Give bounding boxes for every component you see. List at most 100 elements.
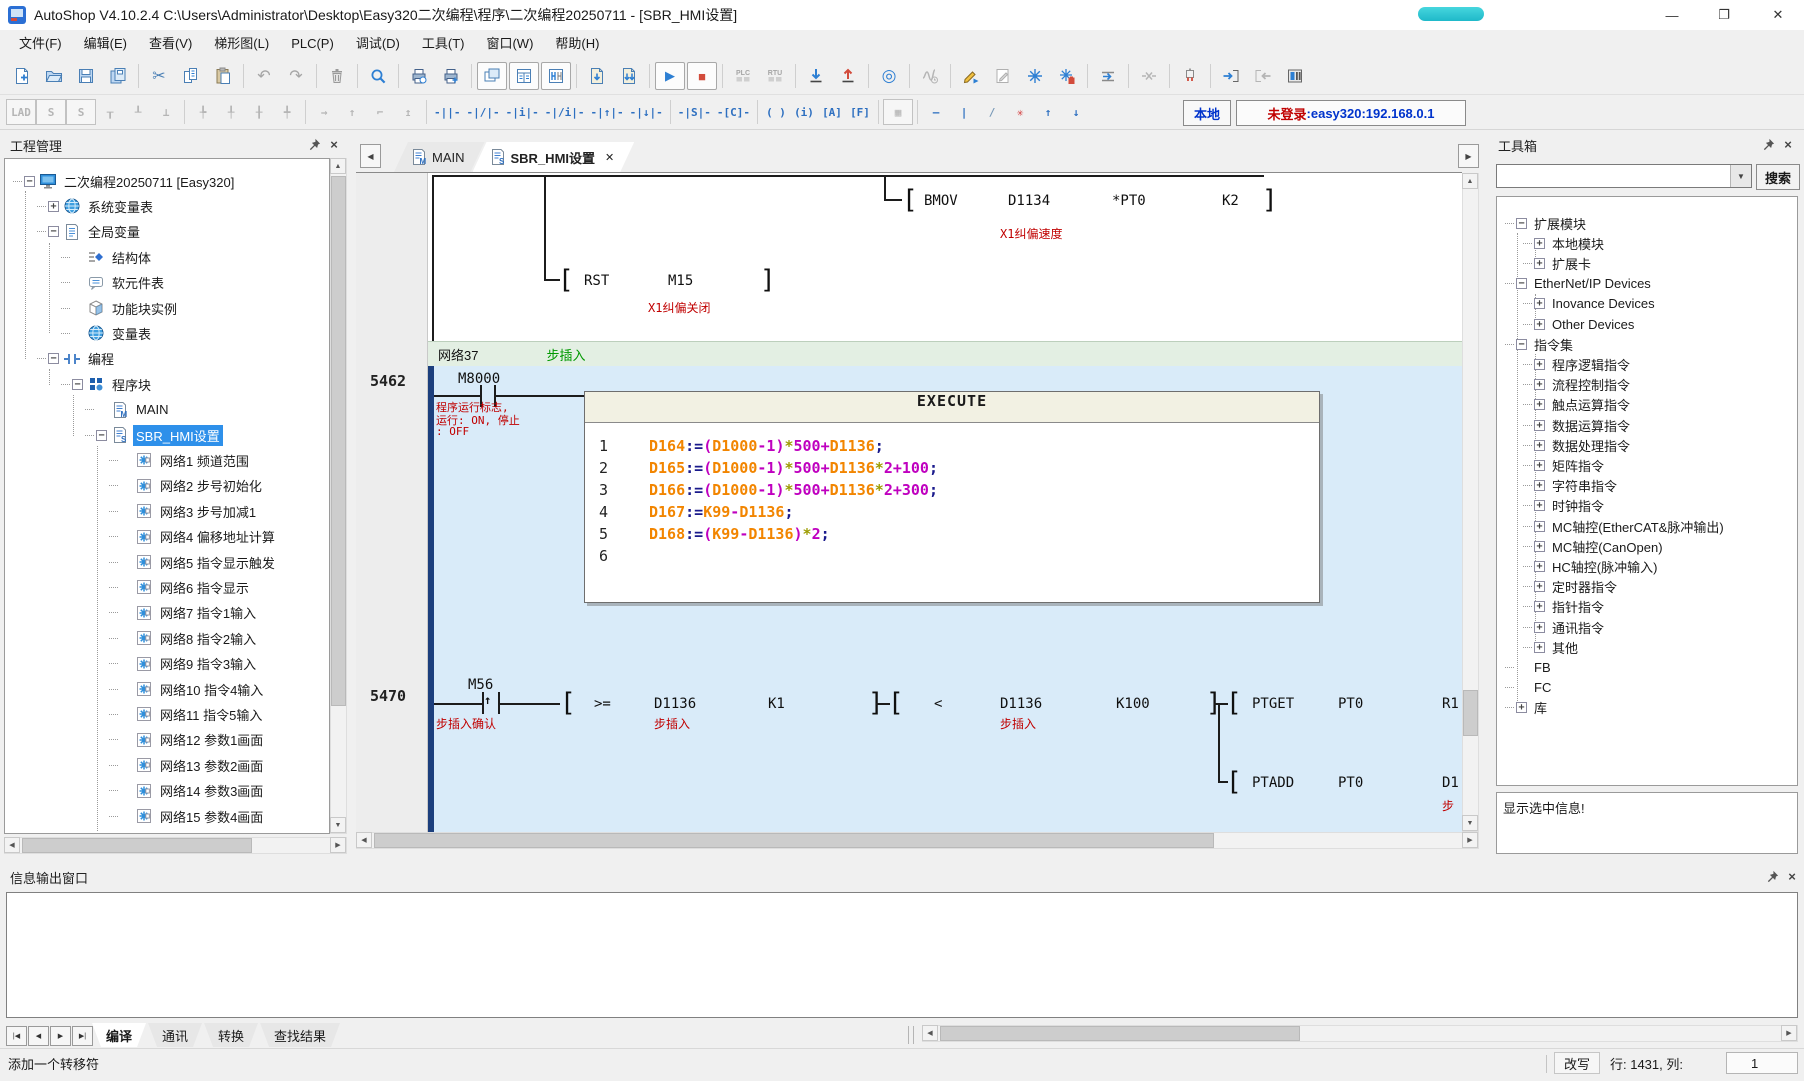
expand-icon[interactable]: +: [1534, 258, 1545, 269]
project-tree-item-15[interactable]: 网络5 指令显示触发: [109, 552, 278, 572]
contact-label[interactable]: M56: [468, 677, 493, 693]
script-line-5[interactable]: 5D168:=(K99-D1136)*2;: [585, 525, 1319, 547]
run-button[interactable]: ▶: [655, 62, 685, 90]
toolbox-tree-item-11[interactable]: +数据处理指令: [1523, 435, 1633, 455]
scroll-thumb[interactable]: [22, 838, 252, 853]
collapse-icon[interactable]: −: [1516, 278, 1527, 289]
output-tab-转换[interactable]: 转换: [204, 1023, 258, 1047]
output-tab-编译[interactable]: 编译: [92, 1023, 146, 1047]
line-right-button[interactable]: →: [310, 100, 338, 124]
project-tree-item-24[interactable]: 网络14 参数3画面: [109, 781, 266, 801]
toolbox-search-input[interactable]: [1499, 167, 1731, 187]
ptget-operand-1[interactable]: PT0: [1338, 696, 1363, 712]
bmov-instruction[interactable]: BMOV: [924, 193, 958, 209]
app-instruction-button[interactable]: [A]: [818, 100, 846, 124]
menu-item-d[interactable]: 调试(D): [345, 30, 411, 58]
write-monitor-button[interactable]: [956, 62, 986, 90]
menu-item-l[interactable]: 梯形图(L): [203, 30, 280, 58]
menu-item-f[interactable]: 文件(F): [8, 30, 73, 58]
menu-item-t[interactable]: 工具(T): [411, 30, 476, 58]
local-mode-button[interactable]: 本地: [1183, 100, 1231, 126]
project-tree-item-17[interactable]: 网络7 指令1输入: [109, 603, 259, 623]
script-line-4[interactable]: 4D167:=K99-D1136;: [585, 503, 1319, 525]
pin-icon[interactable]: [306, 136, 322, 152]
expand-icon[interactable]: +: [1534, 319, 1545, 330]
toolbox-tree-item-14[interactable]: +时钟指令: [1523, 496, 1607, 516]
toolbox-tree-item-15[interactable]: +MC轴控(EtherCAT&脉冲输出): [1523, 516, 1727, 536]
jump-out-button[interactable]: [1248, 62, 1278, 90]
window-ladder-button[interactable]: [541, 62, 571, 90]
project-tree-item-8[interactable]: −程序块: [61, 374, 154, 394]
bmov-operand-2[interactable]: *PT0: [1112, 193, 1146, 209]
expand-icon[interactable]: +: [1534, 420, 1545, 431]
edit-readonly-button[interactable]: [988, 62, 1018, 90]
compare-operator[interactable]: >=: [594, 696, 611, 712]
project-tree-item-2[interactable]: −全局变量: [37, 222, 143, 242]
contact-open-imm-button[interactable]: -|i|-: [503, 100, 542, 124]
online-edit-button[interactable]: [1093, 62, 1123, 90]
splitter-handle[interactable]: [908, 1026, 914, 1044]
coil-out-button[interactable]: ( ): [762, 100, 790, 124]
jump-in-button[interactable]: [1216, 62, 1246, 90]
line-corner-button[interactable]: ⌐: [366, 100, 394, 124]
scroll-right-arrow[interactable]: ▶: [330, 837, 346, 853]
expand-icon[interactable]: +: [1534, 379, 1545, 390]
maximize-button[interactable]: ❐: [1700, 0, 1748, 30]
network-header[interactable]: 网络37 步插入: [428, 341, 1462, 366]
expand-icon[interactable]: +: [1534, 622, 1545, 633]
print-button[interactable]: [436, 62, 466, 90]
download-button[interactable]: [801, 62, 831, 90]
toolbox-tree-item-4[interactable]: +Inovance Devices: [1523, 294, 1658, 314]
output-tab-查找结果[interactable]: 查找结果: [260, 1023, 340, 1047]
new-file-button[interactable]: [7, 62, 37, 90]
scroll-thumb[interactable]: [1463, 690, 1478, 736]
toolbox-tree-item-6[interactable]: −指令集: [1505, 334, 1576, 354]
project-tree-item-20[interactable]: 网络10 指令4输入: [109, 679, 266, 699]
expand-icon[interactable]: +: [1534, 460, 1545, 471]
usb-connect-button[interactable]: [1175, 62, 1205, 90]
rst-operand[interactable]: M15: [668, 273, 693, 289]
script-line-6[interactable]: 6: [585, 547, 1319, 569]
lad-mode-button[interactable]: LAD: [6, 99, 36, 125]
compare-operand-2[interactable]: K1: [768, 696, 785, 712]
offline-edit-button[interactable]: [1134, 62, 1164, 90]
toolbox-tree-item-16[interactable]: +MC轴控(CanOpen): [1523, 536, 1666, 556]
toolbox-tree-item-22[interactable]: FB: [1505, 657, 1554, 677]
toolbox-search-button[interactable]: 搜索: [1756, 164, 1800, 190]
execute-script-code[interactable]: 1D164:=(D1000-1)*500+D1136;2D165:=(D1000…: [585, 423, 1319, 603]
project-tree-item-5[interactable]: 功能块实例: [61, 298, 180, 318]
expand-icon[interactable]: +: [1516, 702, 1527, 713]
close-panel-icon[interactable]: ×: [1784, 868, 1800, 884]
contact-closed-button[interactable]: -|/|-: [464, 100, 503, 124]
cut-button[interactable]: ✂: [144, 62, 174, 90]
expand-icon[interactable]: +: [1534, 500, 1545, 511]
menu-item-h[interactable]: 帮助(H): [544, 30, 610, 58]
toolbox-tree-item-18[interactable]: +定时器指令: [1523, 577, 1620, 597]
draw-vline-button[interactable]: |: [950, 100, 978, 124]
project-tree-item-18[interactable]: 网络8 指令2输入: [109, 628, 259, 648]
tab-scroll-left-button[interactable]: ◀: [360, 144, 381, 168]
first-record-button[interactable]: |◀: [6, 1026, 27, 1046]
delete-block-button[interactable]: ✳: [1006, 100, 1034, 124]
toolbox-tree-item-10[interactable]: +数据运算指令: [1523, 415, 1633, 435]
project-tree-item-3[interactable]: 结构体: [61, 247, 154, 267]
compile-all-button[interactable]: [614, 62, 644, 90]
expand-icon[interactable]: +: [1534, 238, 1545, 249]
editor-tab-main[interactable]: MMAIN: [394, 142, 485, 172]
insert-row-button[interactable]: ╀: [217, 100, 245, 124]
ptadd-instruction[interactable]: PTADD: [1252, 775, 1294, 791]
save-all-button[interactable]: [103, 62, 133, 90]
expand-icon[interactable]: +: [1534, 359, 1545, 370]
script-line-2[interactable]: 2D165:=(D1000-1)*500+D1136*2+100;: [585, 459, 1319, 481]
delete-cell-button[interactable]: ╂: [245, 100, 273, 124]
project-tree-item-9[interactable]: MMAIN: [85, 400, 172, 420]
close-button[interactable]: ✕: [1752, 0, 1804, 30]
expand-icon[interactable]: +: [1534, 642, 1545, 653]
project-tree-item-6[interactable]: 变量表: [61, 323, 154, 343]
toolbox-search-combo[interactable]: ▼: [1496, 164, 1752, 188]
expand-icon[interactable]: +: [1534, 399, 1545, 410]
ptadd-operand-1[interactable]: PT0: [1338, 775, 1363, 791]
project-tree-item-0[interactable]: −二次编程20250711 [Easy320]: [13, 171, 237, 191]
line-up-2-button[interactable]: ↥: [394, 100, 422, 124]
collapse-icon[interactable]: −: [48, 226, 59, 237]
